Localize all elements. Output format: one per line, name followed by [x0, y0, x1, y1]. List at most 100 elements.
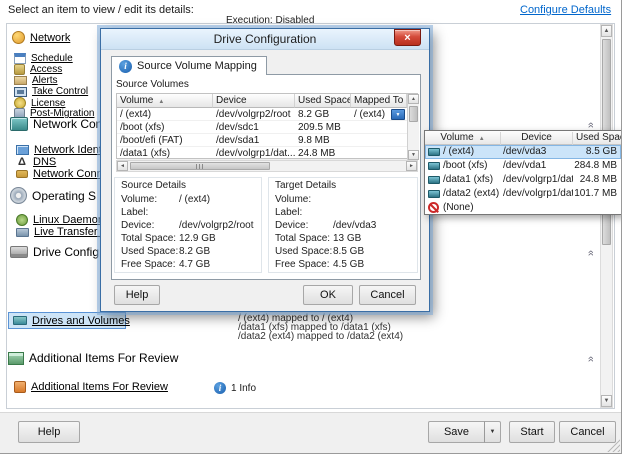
dropdown-row[interactable]: / (ext4) /dev/vda3 8.5 GB [425, 145, 621, 159]
chevron-left-icon: ◄ [120, 163, 125, 169]
scroll-down-button[interactable]: ▼ [408, 150, 419, 160]
dropdown-row[interactable]: /data2 (ext4) /dev/volgrp1/data 101.7 MB [425, 187, 621, 201]
dropdown-row-none[interactable]: (None) [425, 201, 621, 215]
dropdown-used-cell: 8.5 GB [586, 145, 617, 159]
target-free-space-value: 4.5 GB [333, 259, 364, 270]
device-cell: /dev/volgrp1/dat... [213, 147, 295, 160]
used-space-cell: 9.8 MB [295, 134, 351, 147]
column-header-label: Volume [440, 132, 473, 143]
device-cell: /dev/sdc1 [213, 121, 295, 134]
info-icon [214, 382, 226, 394]
table-row[interactable]: /boot/efi (FAT) /dev/sda1 9.8 MB [117, 134, 407, 147]
dropdown-header-device[interactable]: Device [501, 132, 573, 145]
dropdown-used-cell: 101.7 MB [574, 187, 617, 201]
mapped-to-cell: / (ext4) [351, 108, 391, 121]
dropdown-header-volume[interactable]: Volume ▲ [425, 132, 501, 145]
save-button[interactable]: Save [428, 421, 485, 443]
dropdown-row[interactable]: /data1 (xfs) /dev/volgrp1/data 24.8 MB [425, 173, 621, 187]
sidebar-item-live-transfer[interactable]: Live Transfer D [34, 226, 109, 238]
table-row[interactable]: /boot (xfs) /dev/sdc1 209.5 MB [117, 121, 407, 134]
column-header-volume[interactable]: Volume▲ [117, 94, 213, 108]
close-button[interactable]: × [394, 29, 421, 46]
dropdown-header-row: Volume ▲ Device Used Space [425, 131, 621, 145]
sidebar-item-network[interactable]: Network [30, 32, 70, 44]
table-row[interactable]: /data1 (xfs) /dev/volgrp1/dat... 24.8 MB [117, 147, 407, 160]
save-menu-button[interactable]: ▼ [484, 421, 501, 443]
used-space-cell: 24.8 MB [295, 147, 351, 160]
source-used-space-value: 8.2 GB [179, 246, 210, 257]
sidebar-item-license[interactable]: License [31, 98, 65, 109]
volume-cell: / (ext4) [117, 108, 213, 121]
table-hscrollbar[interactable]: ◄ ► [116, 160, 418, 172]
dropdown-volume-cell: /boot (xfs) [443, 159, 501, 173]
sidebar-item-dns[interactable]: DNS [33, 156, 56, 168]
source-volume-label: Volume: [121, 194, 157, 205]
live-transfer-icon [16, 228, 29, 237]
linux-daemons-icon [16, 214, 28, 226]
sidebar-item-network-connection[interactable]: Network Conne [33, 168, 109, 180]
additional-items-icon [14, 381, 26, 393]
column-header-label: Used Space [576, 132, 622, 143]
dns-icon [16, 156, 28, 168]
mapped-to-dropdown-button[interactable]: ▼ [391, 109, 405, 120]
section-additional-items: Additional Items For Review [29, 351, 178, 365]
drive-configuration-icon [10, 246, 28, 258]
network-icon [12, 31, 25, 44]
collapse-section-button[interactable]: » [584, 247, 598, 259]
dialog-help-button[interactable]: Help [114, 285, 160, 305]
main-scrollbar[interactable]: ▲ ▼ [600, 24, 613, 408]
dropdown-used-cell: 24.8 MB [580, 173, 617, 187]
sidebar-item-alerts[interactable]: Alerts [32, 75, 58, 86]
dialog-ok-button[interactable]: OK [303, 285, 353, 305]
sidebar-item-take-control[interactable]: Take Control [32, 86, 88, 97]
dialog-cancel-button[interactable]: Cancel [359, 285, 416, 305]
footer-bar: Help Save ▼ Start Cancel [0, 412, 622, 454]
sidebar-item-linux-daemons[interactable]: Linux Daemon [33, 214, 104, 226]
select-prompt: Select an item to view / edit its detail… [8, 4, 194, 16]
column-header-label: Mapped To [354, 95, 403, 106]
operating-system-icon [10, 187, 27, 204]
scroll-right-button[interactable]: ► [406, 161, 417, 171]
dialog-titlebar[interactable]: Drive Configuration [101, 29, 429, 50]
table-row[interactable]: / (ext4) /dev/volgrp2/root 8.2 GB / (ext… [117, 108, 407, 121]
dropdown-volume-cell: / (ext4) [443, 145, 501, 159]
sort-ascending-icon: ▲ [479, 136, 485, 142]
scrollbar-thumb[interactable] [409, 106, 418, 122]
help-button[interactable]: Help [18, 421, 80, 443]
sidebar-item-additional-items[interactable]: Additional Items For Review [31, 381, 168, 393]
collapse-section-button[interactable]: » [584, 353, 598, 365]
dropdown-used-cell: 284.8 MB [574, 159, 617, 173]
target-details-group: Target Details Volume: Label: Device: /d… [268, 177, 418, 273]
collapse-chevron-icon: » [586, 122, 596, 128]
scroll-up-button[interactable]: ▲ [601, 25, 612, 37]
column-header-mapped-to[interactable]: Mapped To [351, 94, 407, 108]
migration-job-window: Select an item to view / edit its detail… [0, 0, 622, 454]
scroll-down-button[interactable]: ▼ [601, 395, 612, 407]
start-button[interactable]: Start [509, 421, 555, 443]
close-icon: × [404, 32, 410, 44]
target-used-space-value: 8.5 GB [333, 246, 364, 257]
dropdown-device-cell: /dev/volgrp1/data [503, 187, 573, 201]
dropdown-row[interactable]: /boot (xfs) /dev/vda1 284.8 MB [425, 159, 621, 173]
volume-cell: /boot (xfs) [117, 121, 213, 134]
table-scrollbar[interactable]: ▲ ▼ [407, 94, 419, 160]
sidebar-item-schedule[interactable]: Schedule [31, 53, 73, 64]
scroll-up-button[interactable]: ▲ [408, 94, 419, 104]
column-header-used-space[interactable]: Used Space [295, 94, 351, 108]
column-header-device[interactable]: Device [213, 94, 295, 108]
scroll-left-button[interactable]: ◄ [117, 161, 128, 171]
resize-grip[interactable] [607, 439, 620, 452]
sidebar-item-network-identification[interactable]: Network Identi [34, 144, 104, 156]
dropdown-header-used-space[interactable]: Used Space [573, 132, 622, 145]
scrollbar-thumb[interactable] [130, 162, 270, 170]
grip-icon [196, 164, 204, 169]
source-free-space-label: Free Space: [121, 259, 175, 270]
sidebar-item-drives-and-volumes[interactable]: Drives and Volumes [8, 312, 126, 329]
target-device-label: Device: [275, 220, 308, 231]
tab-source-volume-mapping[interactable]: Source Volume Mapping [111, 56, 267, 75]
configure-defaults-link[interactable]: Configure Defaults [520, 4, 611, 16]
additional-items-section-icon [8, 352, 24, 365]
section-drive-configuration: Drive Config [33, 245, 99, 259]
sidebar-item-access[interactable]: Access [30, 64, 62, 75]
target-total-space-label: Total Space: [275, 233, 330, 244]
